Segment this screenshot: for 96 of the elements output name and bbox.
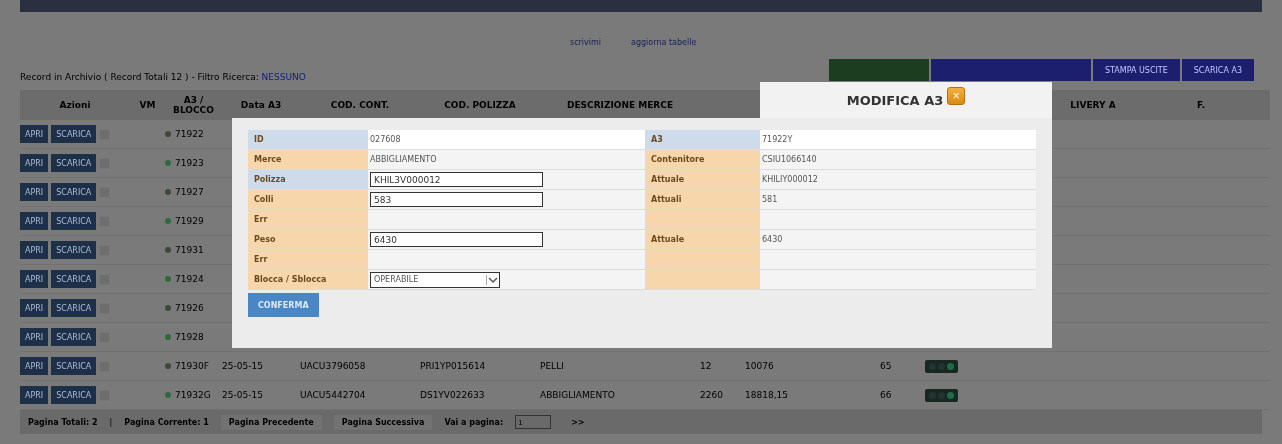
go-to-page-label: Vai a pagina: (444, 417, 504, 427)
field-label: Polizza (248, 170, 368, 189)
open-button[interactable]: APRI (20, 183, 49, 201)
page-number-field[interactable]: 1 (515, 415, 552, 429)
toolbar-button[interactable] (828, 59, 929, 81)
status-dropdown[interactable]: OPERABILE (370, 271, 500, 288)
download-button[interactable]: SCARICA (51, 270, 97, 288)
table-cell-text: UACU3796058 (300, 361, 367, 371)
table-cell: 71929 (175, 216, 204, 226)
field-label: Peso (248, 230, 368, 249)
caret-icon (486, 274, 499, 285)
nav-link[interactable]: scrivimi (570, 38, 602, 47)
table-cell: 71927 (175, 187, 204, 197)
table-cell-text: 66 (880, 390, 893, 400)
field-value: 027608 (370, 135, 401, 144)
table-cell-text: 10076 (745, 361, 775, 371)
table-cell-text: 25-05-15 (222, 390, 264, 400)
table-cell-text: 18818,15 (745, 390, 789, 400)
table-cell-text: 25-05-15 (222, 361, 264, 371)
table-cell: 71923 (175, 158, 204, 168)
table-cell-text: DS1YV022633 (420, 390, 486, 400)
open-button[interactable]: APRI (20, 212, 49, 230)
column-header: Data A3 (239, 100, 283, 110)
current-page: Pagina Corrente: 1 (124, 417, 209, 427)
column-header: F. (1195, 100, 1207, 110)
download-button[interactable]: SCARICA (51, 357, 97, 375)
open-button[interactable]: APRI (20, 357, 49, 375)
table-cell-text: 12 (700, 361, 713, 371)
field-label: Err (248, 210, 368, 229)
field-value: ABBIGLIAMENTO (370, 155, 437, 164)
download-button[interactable]: SCARICA (51, 183, 97, 201)
download-button[interactable]: SCARICA (51, 328, 97, 346)
open-button[interactable]: APRI (20, 299, 49, 317)
field-label: A3 (645, 130, 760, 149)
field-label: Err (248, 250, 368, 269)
field-label: Attuale (645, 230, 760, 249)
table-cell: 71930F (175, 361, 209, 371)
traffic-light-icon (925, 388, 958, 402)
column-header: LIVERY A (1069, 100, 1117, 110)
field-label: Merce (248, 150, 368, 169)
traffic-light-icon (925, 359, 958, 373)
open-button[interactable]: APRI (20, 125, 49, 143)
download-button[interactable]: SCARICA (51, 299, 97, 317)
toolbar-button[interactable]: SCARICA A3 (1181, 59, 1254, 81)
table-cell: 71924 (175, 274, 204, 284)
table-cell: 71928 (175, 332, 204, 342)
field-value: CSIU1066140 (760, 150, 1036, 169)
table-cell-text: PELLI (540, 361, 565, 371)
toolbar-button[interactable] (930, 59, 1091, 81)
nav-link[interactable]: aggiorna tabelle (631, 38, 697, 47)
field-label: Attuali (645, 190, 760, 209)
column-header: Azioni (58, 100, 92, 110)
table-cell-text: 65 (880, 361, 893, 371)
download-button[interactable]: SCARICA (51, 386, 97, 404)
table-cell-text: PRI1YP015614 (420, 361, 487, 371)
field-value: KHILIY000012 (760, 170, 1036, 189)
go-button[interactable]: >> (563, 414, 593, 430)
previous-page-button[interactable]: Pagina Precedente (220, 414, 322, 430)
field-label: ID (248, 130, 368, 149)
field-value: 581 (760, 190, 1036, 209)
input-field[interactable]: 583 (370, 192, 543, 207)
column-header: COD. CONT. (329, 100, 391, 110)
download-button[interactable]: SCARICA (51, 154, 97, 172)
modal-title: MODIFICA A3 (846, 92, 944, 108)
record-summary: Record in Archivio ( Record Totali 12 ) - Filtro Ricerca: NESSUNO (20, 72, 306, 84)
open-button[interactable]: APRI (20, 328, 49, 346)
column-header: A3 / BLOCCO (172, 95, 215, 115)
field-label: Colli (248, 190, 368, 209)
download-button[interactable]: SCARICA (51, 241, 97, 259)
input-field[interactable]: 6430 (370, 232, 543, 247)
table-cell: 71931 (175, 245, 204, 255)
input-field[interactable]: KHIL3V000012 (370, 172, 543, 187)
download-button[interactable]: SCARICA (51, 212, 97, 230)
field-value: 6430 (760, 230, 1036, 249)
next-page-button[interactable]: Pagina Successiva (333, 414, 433, 430)
column-header: COD. POLIZZA (443, 100, 517, 110)
toolbar-button[interactable]: STAMPA USCITE (1092, 59, 1180, 81)
table-cell: 71926 (175, 303, 204, 313)
table-cell-text: ABBIGLIAMENTO (540, 390, 616, 400)
open-button[interactable]: APRI (20, 270, 49, 288)
column-header: VM (138, 100, 157, 110)
column-header: DESCRIZIONE MERCE (565, 100, 675, 110)
download-button[interactable]: SCARICA (51, 125, 97, 143)
field-value: 71922Y (760, 130, 1036, 149)
table-cell-text: 2260 (700, 390, 724, 400)
separator: | (109, 417, 113, 427)
open-button[interactable]: APRI (20, 386, 49, 404)
table-cell: 71922 (175, 129, 204, 139)
page-total: Pagina Totali: 2 (28, 417, 98, 427)
table-cell-text: UACU5442704 (300, 390, 367, 400)
open-button[interactable]: APRI (20, 241, 49, 259)
field-label: Contenitore (645, 150, 760, 169)
table-cell: 71932G (175, 390, 211, 400)
open-button[interactable]: APRI (20, 154, 49, 172)
field-label: Blocca / Sblocca (248, 270, 368, 289)
field-label: Attuale (645, 170, 760, 189)
